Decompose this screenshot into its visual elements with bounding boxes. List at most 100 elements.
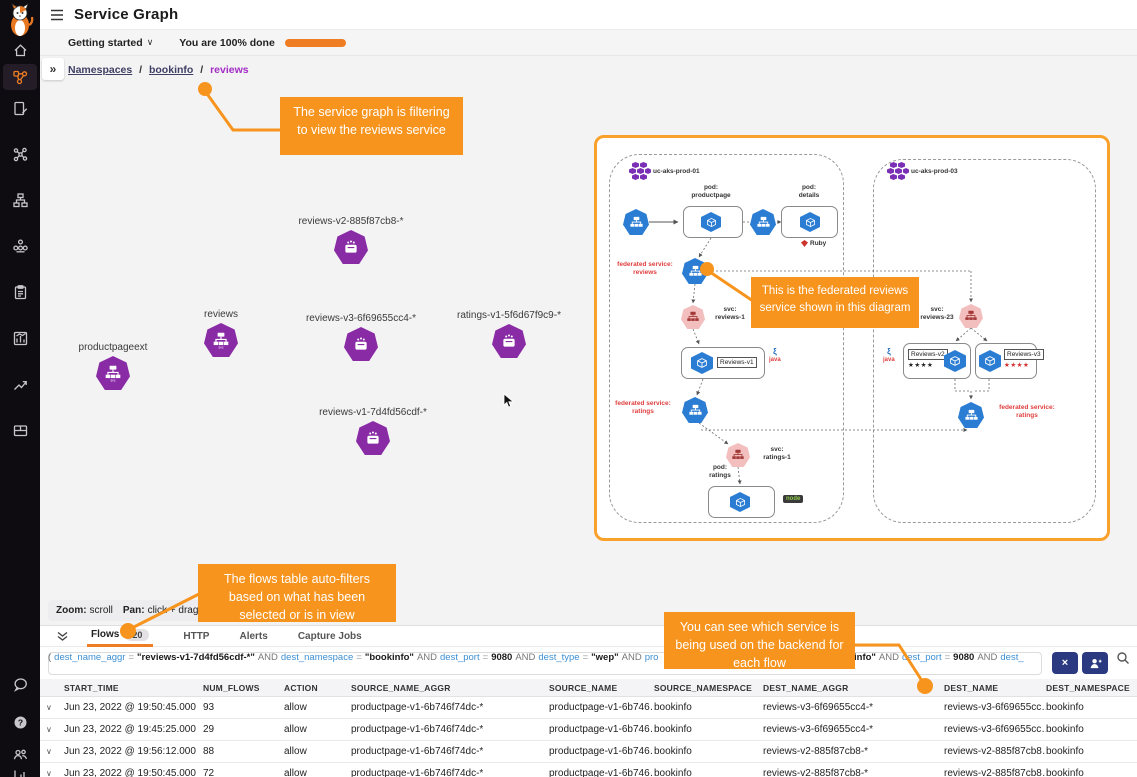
home-icon[interactable] (0, 38, 40, 62)
help-icon[interactable]: ? (0, 710, 40, 734)
reviews-v1-version-badge: Reviews-v1 (717, 357, 757, 368)
column-header-dest_name[interactable]: DEST_NAME (944, 683, 1046, 693)
node-logo: node (783, 495, 803, 503)
svg-text:svc: svc (110, 379, 115, 382)
getting-started-label[interactable]: Getting started (68, 37, 143, 49)
callout-backend-service: You can see which service is being used … (664, 612, 855, 669)
table-row[interactable]: ∨Jun 23, 2022 @ 19:50:45.00072allowprodu… (40, 763, 1137, 777)
column-header-source_namespace[interactable]: SOURCE_NAMESPACE (654, 683, 763, 693)
progress-bar (285, 39, 346, 47)
svg-text:svc: svc (218, 346, 223, 349)
tab-capture-jobs[interactable]: Capture Jobs (298, 626, 362, 647)
table-cell: Jun 23, 2022 @ 19:56:12.000 (64, 746, 203, 757)
column-header-action[interactable]: ACTION (284, 683, 351, 693)
nodes-icon[interactable] (0, 142, 40, 166)
row-expand-chevron[interactable]: ∨ (46, 703, 64, 712)
table-cell: bookinfo (654, 702, 763, 713)
federated-service-reviews-label: federated service:reviews (607, 261, 683, 277)
cluster-uc-aks-prod-03 (873, 159, 1096, 523)
column-header-dest_name_aggr[interactable]: DEST_NAME_AGGR (763, 683, 944, 693)
reviews-v2-stars: ★★★★ (908, 361, 933, 369)
graph-node-label-reviews-v1: reviews-v1-7d4fd56cdf-* (283, 407, 463, 418)
column-header-source_name_aggr[interactable]: SOURCE_NAME_AGGR (351, 683, 549, 693)
tab-alerts[interactable]: Alerts (239, 626, 267, 647)
storage-icon[interactable] (0, 418, 40, 442)
federated-service-ratings-label-2: federated service:ratings (989, 404, 1065, 420)
filter-token: = (583, 652, 589, 663)
activity-icon[interactable] (0, 326, 40, 350)
policies-icon[interactable] (0, 96, 40, 120)
filter-query-left: (dest_name_aggr="reviews-v1-7d4fd56cdf-*… (48, 652, 658, 663)
table-cell: bookinfo (1046, 768, 1137, 777)
filter-token: = (356, 652, 362, 663)
column-header-source_name[interactable]: SOURCE_NAME (549, 683, 654, 693)
filter-token: AND (417, 652, 437, 663)
table-cell: productpage-v1-6b746… (549, 702, 654, 713)
chat-icon[interactable] (0, 672, 40, 696)
search-icon[interactable] (1116, 651, 1130, 665)
compliance-icon[interactable] (0, 280, 40, 304)
chevron-down-icon[interactable]: ∨ (147, 37, 154, 48)
filter-token: ( (48, 652, 51, 663)
reviews-v3-version-badge: Reviews-v3 (1004, 349, 1044, 360)
table-cell: productpage-v1-6b746… (549, 768, 654, 777)
filter-token: dest_namespace (281, 652, 353, 663)
java-logo: ξjava (883, 348, 895, 363)
column-header-num_flows[interactable]: NUM_FLOWS (203, 683, 284, 693)
filter-token: = (128, 652, 134, 663)
svg-text:?: ? (17, 717, 22, 727)
clear-filter-button[interactable]: × (1052, 652, 1078, 674)
filter-token: = (945, 652, 951, 663)
callout-service-graph-filter: The service graph is filtering to view t… (280, 97, 463, 155)
ruby-logo: Ruby (801, 240, 826, 247)
reviews-v3-stars: ★★★★ (1004, 361, 1029, 369)
table-cell: bookinfo (654, 724, 763, 735)
table-cell: 72 (203, 768, 284, 777)
filter-token: AND (879, 652, 899, 663)
table-cell: reviews-v3-6f69655cc4-* (763, 724, 944, 735)
table-cell: bookinfo (654, 768, 763, 777)
table-cell: allow (284, 702, 351, 713)
pod-productpage-label: pod:productpage (683, 184, 739, 200)
row-expand-chevron[interactable]: ∨ (46, 725, 64, 734)
expand-panel-button[interactable]: » (42, 58, 64, 80)
table-row[interactable]: ∨Jun 23, 2022 @ 19:45:25.00029allowprodu… (40, 719, 1137, 741)
table-row[interactable]: ∨Jun 23, 2022 @ 19:56:12.00088allowprodu… (40, 741, 1137, 763)
cluster1-name: uc-aks-prod-01 (653, 168, 723, 176)
row-expand-chevron[interactable]: ∨ (46, 747, 64, 756)
breadcrumb-bookinfo[interactable]: bookinfo (149, 64, 193, 76)
menu-icon[interactable] (50, 9, 64, 21)
table-cell: reviews-v2-885f87cb8… (944, 768, 1046, 777)
breadcrumb-namespaces[interactable]: Namespaces (68, 64, 132, 76)
column-header-dest_namespace[interactable]: DEST_NAMESPACE (1046, 683, 1137, 693)
table-cell: productpage-v1-6b746… (549, 724, 654, 735)
trends-icon[interactable] (0, 372, 40, 396)
federated-service-ratings-label: federated service:ratings (605, 400, 681, 416)
table-cell: allow (284, 746, 351, 757)
usage-metrics-icon[interactable] (0, 764, 40, 777)
user-filter-button[interactable] (1082, 652, 1108, 674)
network-sets-icon[interactable] (0, 188, 40, 212)
breadcrumb-separator: / (139, 64, 142, 76)
users-icon[interactable] (0, 742, 40, 766)
table-cell: allow (284, 724, 351, 735)
column-header-start_time[interactable]: START_TIME (64, 683, 203, 693)
service-graph-icon[interactable] (3, 64, 37, 90)
filter-token: proto (645, 652, 658, 663)
table-cell: productpage-v1-6b746… (549, 746, 654, 757)
collapse-panel-icon[interactable] (56, 631, 69, 642)
row-expand-chevron[interactable]: ∨ (46, 769, 64, 777)
table-row[interactable]: ∨Jun 23, 2022 @ 19:50:45.00093allowprodu… (40, 697, 1137, 719)
svc-reviews-1-label: svc:reviews-1 (709, 306, 751, 322)
cluster2-name: uc-aks-prod-03 (911, 168, 981, 176)
table-cell: reviews-v2-885f87cb8… (944, 746, 1046, 757)
tab-http[interactable]: HTTP (183, 626, 209, 647)
filter-token: AND (258, 652, 278, 663)
progress-status-text: You are 100% done (179, 37, 275, 49)
filter-token: "wep" (591, 652, 618, 663)
table-cell: reviews-v2-885f87cb8-* (763, 768, 944, 777)
managed-clusters-icon[interactable] (0, 234, 40, 258)
table-cell: Jun 23, 2022 @ 19:50:45.000 (64, 768, 203, 777)
flows-panel: Flows 20 HTTP Alerts Capture Jobs (dest_… (40, 625, 1137, 777)
tab-flows[interactable]: Flows 20 (87, 626, 153, 647)
